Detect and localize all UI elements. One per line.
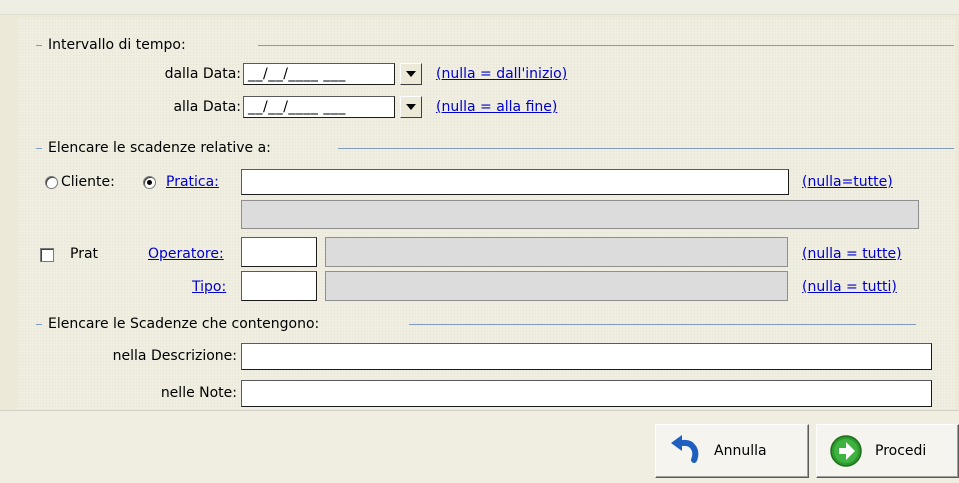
pratica-description-field [241, 200, 919, 229]
relative-section-title: Elencare le scadenze relative a: [48, 140, 271, 156]
operatore-code-input[interactable] [241, 237, 317, 267]
radio-selected-dot [147, 180, 152, 185]
group-line [258, 45, 954, 46]
operatore-hint-link[interactable]: (nulla = tutte) [802, 243, 902, 265]
to-date-dropdown-button[interactable] [400, 96, 422, 118]
from-date-value: __/__/____ ___ [248, 66, 346, 82]
group-line [36, 45, 42, 46]
from-date-dropdown-button[interactable] [400, 63, 422, 85]
group-line [36, 324, 42, 325]
chevron-down-icon [406, 71, 416, 77]
to-date-value: __/__/____ ___ [248, 99, 346, 115]
tipo-name-field [325, 271, 788, 301]
tipo-code-input[interactable] [241, 271, 317, 301]
group-line [338, 148, 954, 149]
pratica-hint-link[interactable]: (nulla=tutte) [802, 171, 893, 193]
operatore-link[interactable]: Operatore: [148, 243, 224, 265]
pratica-input[interactable] [241, 169, 789, 195]
prat-label: Prat [70, 246, 99, 262]
proceed-button-label: Procedi [875, 443, 927, 459]
chevron-down-icon [406, 104, 416, 110]
cancel-button-label: Annulla [714, 443, 767, 459]
note-input[interactable] [241, 380, 932, 407]
button-bar: Annulla Procedi [0, 410, 959, 483]
filter-panel: Intervallo di tempo: dalla Data: __/__/_… [18, 18, 956, 410]
proceed-button[interactable]: Procedi [816, 424, 959, 478]
interval-section-title: Intervallo di tempo: [48, 37, 186, 53]
pratica-link[interactable]: Pratica: [166, 171, 219, 193]
from-date-hint-link[interactable]: (nulla = dall'inizio) [436, 63, 567, 85]
cliente-radio[interactable] [45, 176, 58, 189]
pratica-radio[interactable] [143, 176, 156, 189]
arrow-right-icon [830, 435, 862, 467]
cancel-button[interactable]: Annulla [655, 424, 809, 478]
window-top-strip [0, 0, 959, 15]
from-date-field[interactable]: __/__/____ ___ [243, 63, 395, 85]
to-date-label: alla Data: [173, 99, 241, 115]
undo-icon [671, 435, 699, 463]
tipo-link[interactable]: Tipo: [192, 276, 226, 298]
operatore-name-field [325, 237, 788, 267]
descrizione-input[interactable] [241, 343, 932, 370]
to-date-hint-link[interactable]: (nulla = alla fine) [436, 96, 557, 118]
group-line [409, 324, 916, 325]
to-date-field[interactable]: __/__/____ ___ [243, 96, 395, 118]
note-label: nelle Note: [160, 385, 237, 401]
from-date-label: dalla Data: [164, 66, 241, 82]
tipo-hint-link[interactable]: (nulla = tutti) [802, 276, 897, 298]
cliente-label: Cliente: [61, 174, 115, 190]
group-line [36, 148, 42, 149]
contains-section-title: Elencare le Scadenze che contengono: [48, 316, 320, 332]
descrizione-label: nella Descrizione: [112, 348, 237, 364]
prat-checkbox[interactable] [40, 248, 54, 262]
